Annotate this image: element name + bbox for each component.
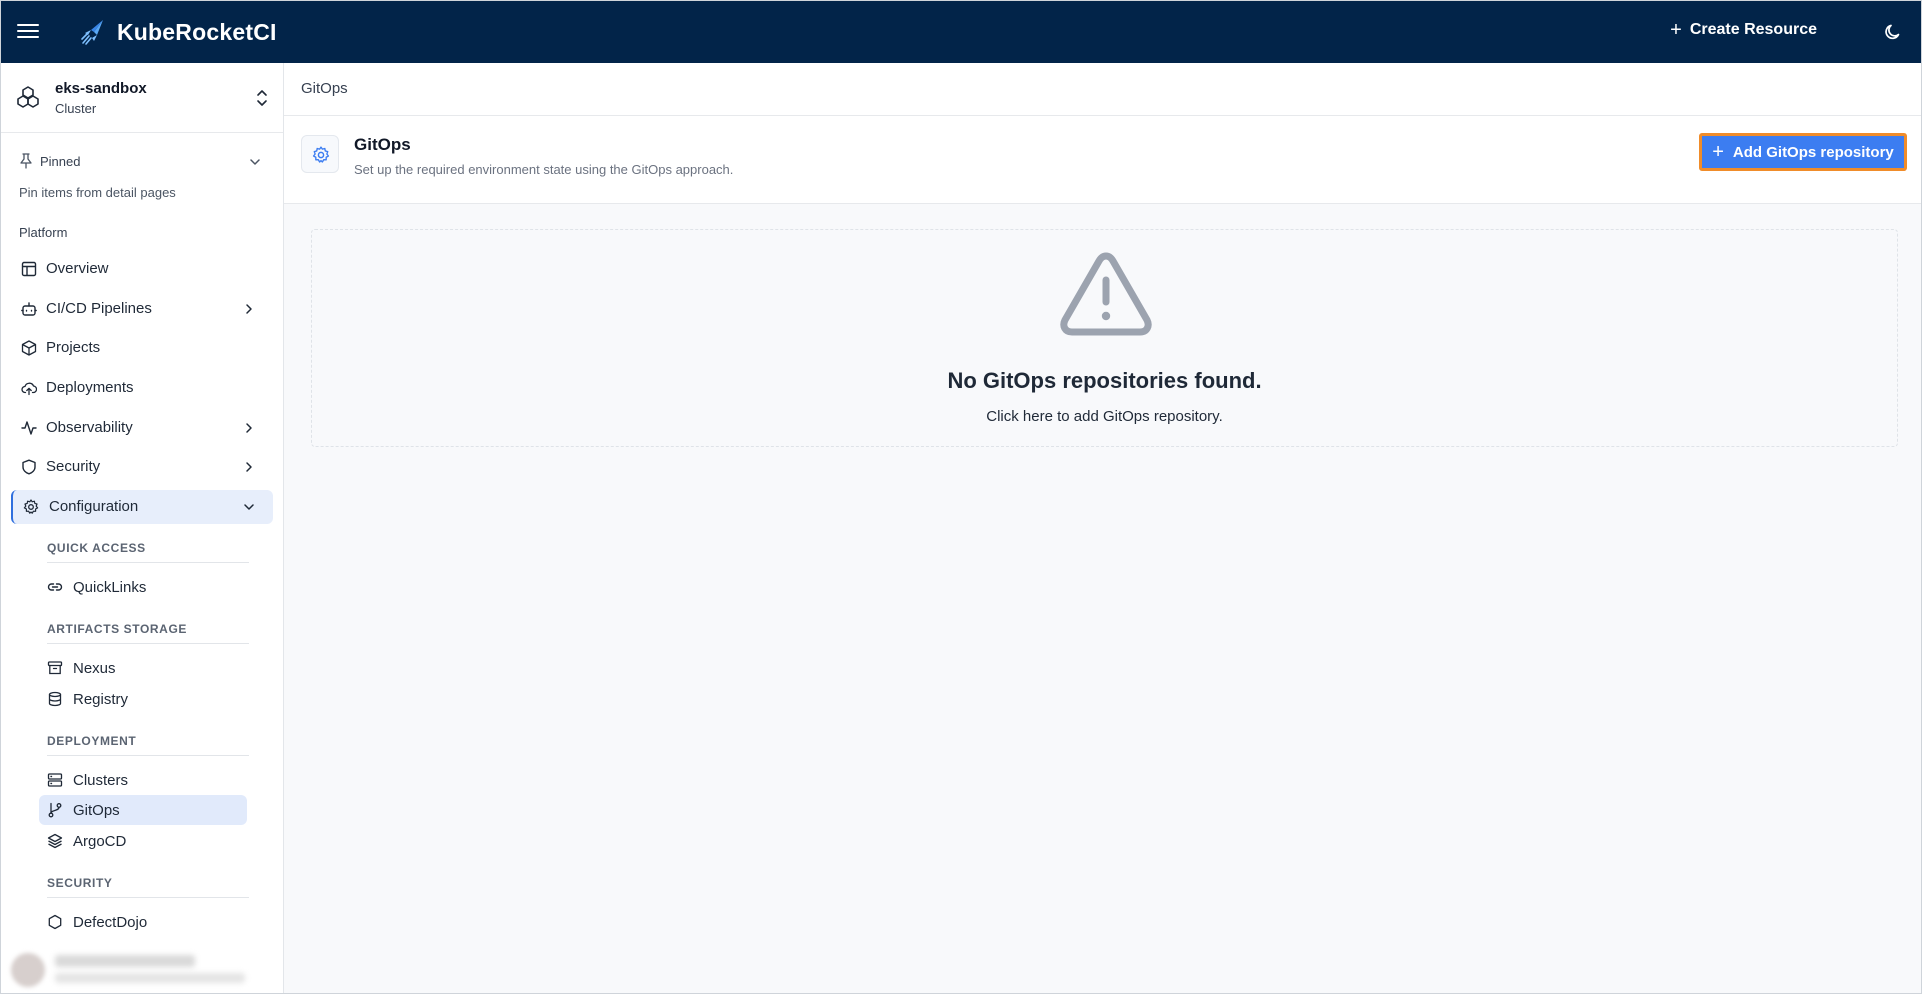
group-header-quick-access: QUICK ACCESS [47,541,146,555]
group-divider [47,755,249,756]
rocket-logo-icon [81,20,103,45]
page-header: GitOps Set up the required environment s… [284,116,1921,204]
app-name: KubeRocketCI [117,18,277,45]
group-header-security: SECURITY [47,876,113,890]
add-gitops-repository-button[interactable]: + Add GitOps repository [1699,133,1907,171]
archive-icon [47,661,63,675]
section-platform: Platform [19,225,68,240]
top-bar: KubeRocketCI + Create Resource [1,1,1921,63]
page-description: Set up the required environment state us… [354,162,734,177]
group-divider [47,643,249,644]
sidebar: eks-sandbox Cluster Pinned Pin items fro… [1,63,284,993]
gear-icon [312,146,330,163]
cluster-switcher[interactable]: eks-sandbox Cluster [1,63,283,133]
breadcrumb[interactable]: GitOps [301,80,348,97]
page-title: GitOps [354,135,411,154]
sidebar-subitem-registry[interactable]: Registry [39,684,247,714]
app-logo[interactable]: KubeRocketCI [79,17,277,47]
chevron-right-icon [246,304,252,314]
sidebar-subitem-label: Registry [73,691,129,708]
menu-icon[interactable] [17,20,39,44]
plus-icon: + [1670,19,1682,41]
sidebar-subitem-nexus[interactable]: Nexus [39,653,247,683]
cluster-type: Cluster [55,101,97,116]
user-menu[interactable] [1,943,283,993]
activity-icon [21,421,37,435]
sidebar-item-overview[interactable]: Overview [11,252,273,286]
chevron-down-icon [244,504,254,510]
sidebar-item-cicd-pipelines[interactable]: CI/CD Pipelines [11,292,273,326]
sidebar-item-configuration[interactable]: Configuration [11,490,273,524]
chevron-right-icon [246,462,252,472]
sidebar-item-label: Security [46,458,101,475]
sidebar-subitem-gitops[interactable]: GitOps [39,795,247,825]
database-icon [48,691,62,707]
main-content: GitOps GitOps Set up the required enviro… [284,63,1921,993]
sidebar-subitem-defectdojo[interactable]: DefectDojo [39,907,247,937]
git-branch-icon [48,802,62,818]
sidebar-item-deployments[interactable]: Deployments [11,371,273,405]
sidebar-item-observability[interactable]: Observability [11,411,273,445]
sidebar-subitem-label: GitOps [73,802,120,819]
cluster-name: eks-sandbox [55,80,147,97]
cloud-upload-icon [21,382,37,396]
sidebar-item-label: Projects [46,339,101,356]
sidebar-item-label: Configuration [49,498,139,515]
sidebar-item-label: Overview [46,260,109,277]
sidebar-subitem-label: ArgoCD [73,833,127,850]
pinned-hint: Pin items from detail pages [19,185,176,200]
sidebar-subitem-label: Clusters [73,772,129,789]
group-divider [47,562,249,563]
sidebar-subitem-label: QuickLinks [73,579,147,596]
sidebar-item-label: Deployments [46,379,134,396]
moon-icon[interactable] [1883,22,1903,42]
sidebar-subitem-argocd[interactable]: ArgoCD [39,826,247,856]
empty-state-title: No GitOps repositories found. [947,368,1262,393]
sidebar-item-label: Observability [46,419,133,436]
bot-icon [21,302,37,316]
app-frame: KubeRocketCI + Create Resource eks-sandb… [0,0,1922,994]
gear-icon [23,499,39,514]
group-header-artifacts-storage: ARTIFACTS STORAGE [47,622,187,636]
chevrons-up-down-icon[interactable] [255,88,269,108]
cubes-icon [17,86,39,108]
pin-icon [20,153,32,169]
empty-state-subtitle[interactable]: Click here to add GitOps repository. [312,408,1897,425]
create-resource-label: Create Resource [1689,21,1817,38]
chevron-down-icon [250,159,260,165]
server-icon [47,773,63,787]
user-email-redacted [55,973,245,983]
group-divider [47,897,249,898]
sidebar-subitem-quicklinks[interactable]: QuickLinks [39,572,247,602]
layout-icon [21,261,37,277]
warning-triangle-icon [1060,252,1152,336]
hexagon-icon [48,914,62,930]
sidebar-subitem-label: DefectDojo [73,914,148,931]
sidebar-item-security[interactable]: Security [11,450,273,484]
create-resource-button[interactable]: + Create Resource [1670,19,1817,41]
chevron-right-icon [246,423,252,433]
breadcrumb-bar: GitOps [284,63,1921,116]
link-icon [47,583,63,591]
avatar [11,953,45,987]
sidebar-item-label: CI/CD Pipelines [46,300,152,317]
sidebar-subitem-clusters[interactable]: Clusters [39,765,247,795]
sidebar-item-projects[interactable]: Projects [11,331,273,365]
group-header-deployment: DEPLOYMENT [47,734,137,748]
sidebar-subitem-label: Nexus [73,660,116,677]
plus-icon: + [1712,141,1724,163]
add-gitops-repository-label: Add GitOps repository [1732,143,1894,161]
box-icon [21,340,37,356]
empty-state-card[interactable]: No GitOps repositories found. Click here… [311,229,1898,447]
pinned-label: Pinned [40,154,81,169]
pinned-toggle[interactable]: Pinned [19,151,267,173]
shield-icon [22,459,36,475]
page-icon-box [301,135,339,173]
user-name-redacted [55,955,195,967]
layers-icon [47,833,63,849]
